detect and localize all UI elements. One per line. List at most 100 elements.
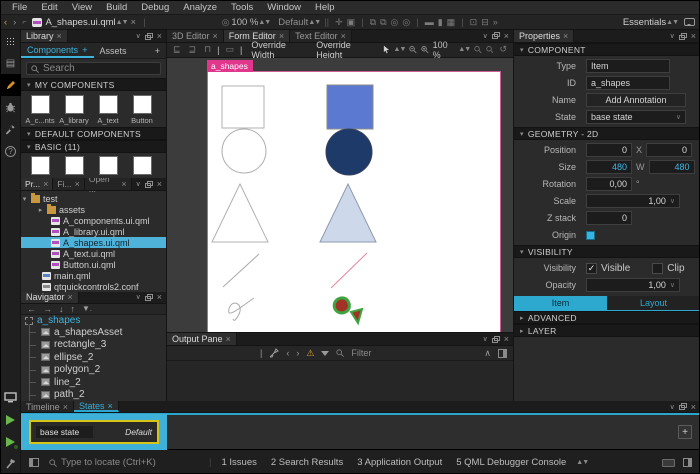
- locate-input[interactable]: Type to locate (Ctrl+K): [49, 457, 199, 468]
- warnings-filter-icon[interactable]: ⚠: [306, 348, 314, 359]
- polygon-filled-shape[interactable]: [320, 184, 376, 242]
- reset-view-icon[interactable]: ↺: [497, 44, 509, 55]
- chevron-down-icon[interactable]: ∨: [136, 293, 141, 301]
- annotation-tool-icon[interactable]: ✛: [333, 17, 345, 28]
- filter-icon[interactable]: ▼.: [82, 304, 92, 313]
- distribute-horizontal-icon[interactable]: ▬: [423, 17, 436, 27]
- close-icon[interactable]: ×: [57, 31, 62, 41]
- menu-item[interactable]: Build: [99, 1, 134, 14]
- tree-row[interactable]: main.qml: [21, 270, 166, 281]
- undock-icon[interactable]: [679, 33, 687, 40]
- ellipse-outline-shape[interactable]: [222, 129, 266, 173]
- undock-icon[interactable]: [145, 294, 153, 301]
- layer-section-header[interactable]: ▸LAYER: [514, 324, 700, 337]
- menu-item[interactable]: File: [5, 1, 34, 14]
- output-pane-button[interactable]: 3 Application Output: [357, 457, 442, 468]
- perspective-selector[interactable]: Essentials: [623, 17, 666, 28]
- visible-checkbox[interactable]: ✓: [586, 263, 597, 274]
- forward-icon[interactable]: ›: [10, 17, 19, 28]
- zoom-out-icon[interactable]: [409, 45, 417, 54]
- maximize-pane-icon[interactable]: [498, 349, 507, 358]
- debug-mode-bug-icon[interactable]: [1, 96, 21, 118]
- size-height-field[interactable]: 480: [649, 160, 695, 174]
- design-mode-pencil-icon[interactable]: [1, 74, 21, 96]
- opacity-field[interactable]: 1,00∨: [586, 278, 680, 292]
- ellipse-filled-shape[interactable]: [326, 129, 372, 175]
- close-pane-icon[interactable]: ×: [691, 31, 696, 41]
- add-annotation-button[interactable]: Add Annotation: [586, 93, 686, 107]
- navigator-tab[interactable]: Navigator×: [21, 292, 79, 303]
- component-item[interactable]: [94, 156, 122, 175]
- expander-icon[interactable]: ▸: [37, 206, 44, 214]
- id-field[interactable]: a_shapes: [586, 76, 670, 90]
- state-name-field[interactable]: base state: [36, 426, 93, 438]
- output-filter-input[interactable]: Filter: [351, 348, 371, 358]
- geometry-section-header[interactable]: ▾GEOMETRY - 2D: [514, 127, 700, 140]
- undock-icon[interactable]: [679, 403, 687, 410]
- rotation-field[interactable]: 0,00: [586, 177, 632, 191]
- chevron-down-icon[interactable]: ∨: [483, 32, 488, 40]
- timeline-tab[interactable]: Timeline×: [21, 401, 74, 412]
- polygon-outline-shape[interactable]: [212, 184, 268, 242]
- filter-icon[interactable]: [321, 348, 329, 358]
- selected-state-item[interactable]: base state Default: [21, 414, 167, 450]
- move-right-icon[interactable]: →: [43, 304, 52, 314]
- back-icon[interactable]: ‹: [1, 17, 10, 28]
- zoom-in-icon[interactable]: [421, 45, 429, 54]
- add-asset-icon[interactable]: +: [155, 46, 160, 56]
- tool-dropdown-icon[interactable]: ▲▼: [394, 46, 406, 53]
- navigator-item[interactable]: ellipse_2: [21, 351, 166, 364]
- zoom-level[interactable]: 100 %: [231, 17, 258, 28]
- output-pane-button[interactable]: 5 QML Debugger Console: [456, 457, 566, 468]
- components-subtab[interactable]: Components+: [21, 43, 94, 58]
- feedback-bubble-icon[interactable]: [684, 18, 695, 26]
- library-tab[interactable]: Library×: [21, 30, 68, 42]
- tree-row[interactable]: A_library.ui.qml: [21, 226, 166, 237]
- close-pane-icon[interactable]: ×: [157, 292, 162, 302]
- distribute-vertical-icon[interactable]: ▮: [436, 17, 445, 28]
- move-up-icon[interactable]: ↑: [71, 304, 76, 314]
- paste-style-icon[interactable]: ⧉: [378, 17, 388, 28]
- close-pane-icon[interactable]: ×: [157, 179, 162, 189]
- line-gray-shape[interactable]: [223, 254, 259, 287]
- chevron-down-icon[interactable]: ∨: [670, 32, 675, 40]
- menu-item[interactable]: Tools: [224, 1, 260, 14]
- tree-row[interactable]: A_shapes.ui.qml: [21, 237, 166, 248]
- z-stack-field[interactable]: 0: [586, 211, 632, 225]
- zoom-fit-icon[interactable]: [486, 45, 494, 54]
- debug-run-button[interactable]: [1, 431, 21, 453]
- chevron-down-icon[interactable]: ∨: [136, 180, 141, 188]
- toggle-left-sidebar-icon[interactable]: [29, 458, 39, 467]
- undock-icon[interactable]: [492, 32, 500, 39]
- snap-objects-icon[interactable]: ⊒: [187, 44, 199, 55]
- more-tools-icon[interactable]: »: [491, 17, 500, 27]
- screenshot-tool-icon[interactable]: ▣: [345, 17, 358, 28]
- chevron-down-icon[interactable]: ∨: [670, 403, 675, 411]
- component-item[interactable]: [128, 156, 156, 175]
- my-components-header[interactable]: ▾MY COMPONENTS: [21, 78, 166, 91]
- build-progress-icon[interactable]: [662, 459, 675, 467]
- menu-item[interactable]: Help: [308, 1, 342, 14]
- reset-size-icon[interactable]: ◎: [389, 17, 401, 28]
- distribute-grid-icon[interactable]: ▦: [445, 17, 458, 28]
- reset-position-icon[interactable]: ◎: [400, 17, 412, 28]
- size-width-field[interactable]: 480: [586, 160, 632, 174]
- state-select[interactable]: base state∨: [586, 110, 686, 124]
- tree-row[interactable]: ▾ test: [21, 193, 166, 204]
- edit-mode-icon[interactable]: ▤: [1, 52, 21, 74]
- style-selector[interactable]: Default: [278, 17, 308, 28]
- output-pane-tab[interactable]: Output Pane×: [167, 333, 237, 345]
- expander-icon[interactable]: ▾: [21, 195, 28, 203]
- override-height-button[interactable]: Override Height: [311, 40, 374, 60]
- component-section-header[interactable]: ▾COMPONENT: [514, 43, 700, 56]
- open-document-name[interactable]: A_shapes.ui.qml: [45, 17, 115, 28]
- path-filled-shape[interactable]: [334, 298, 349, 313]
- perspective-dropdown-icon[interactable]: ▲▼: [666, 19, 678, 26]
- move-down-icon[interactable]: ↓: [59, 304, 64, 314]
- rectangle-outline-shape[interactable]: [222, 86, 264, 128]
- state-box[interactable]: base state Default: [29, 420, 159, 444]
- add-component-icon[interactable]: +: [82, 45, 87, 55]
- open-documents-tab[interactable]: Open ...×: [85, 178, 132, 190]
- document-dropdown-icon[interactable]: ▲▼: [116, 19, 128, 26]
- visibility-section-header[interactable]: ▾VISIBILITY: [514, 245, 700, 258]
